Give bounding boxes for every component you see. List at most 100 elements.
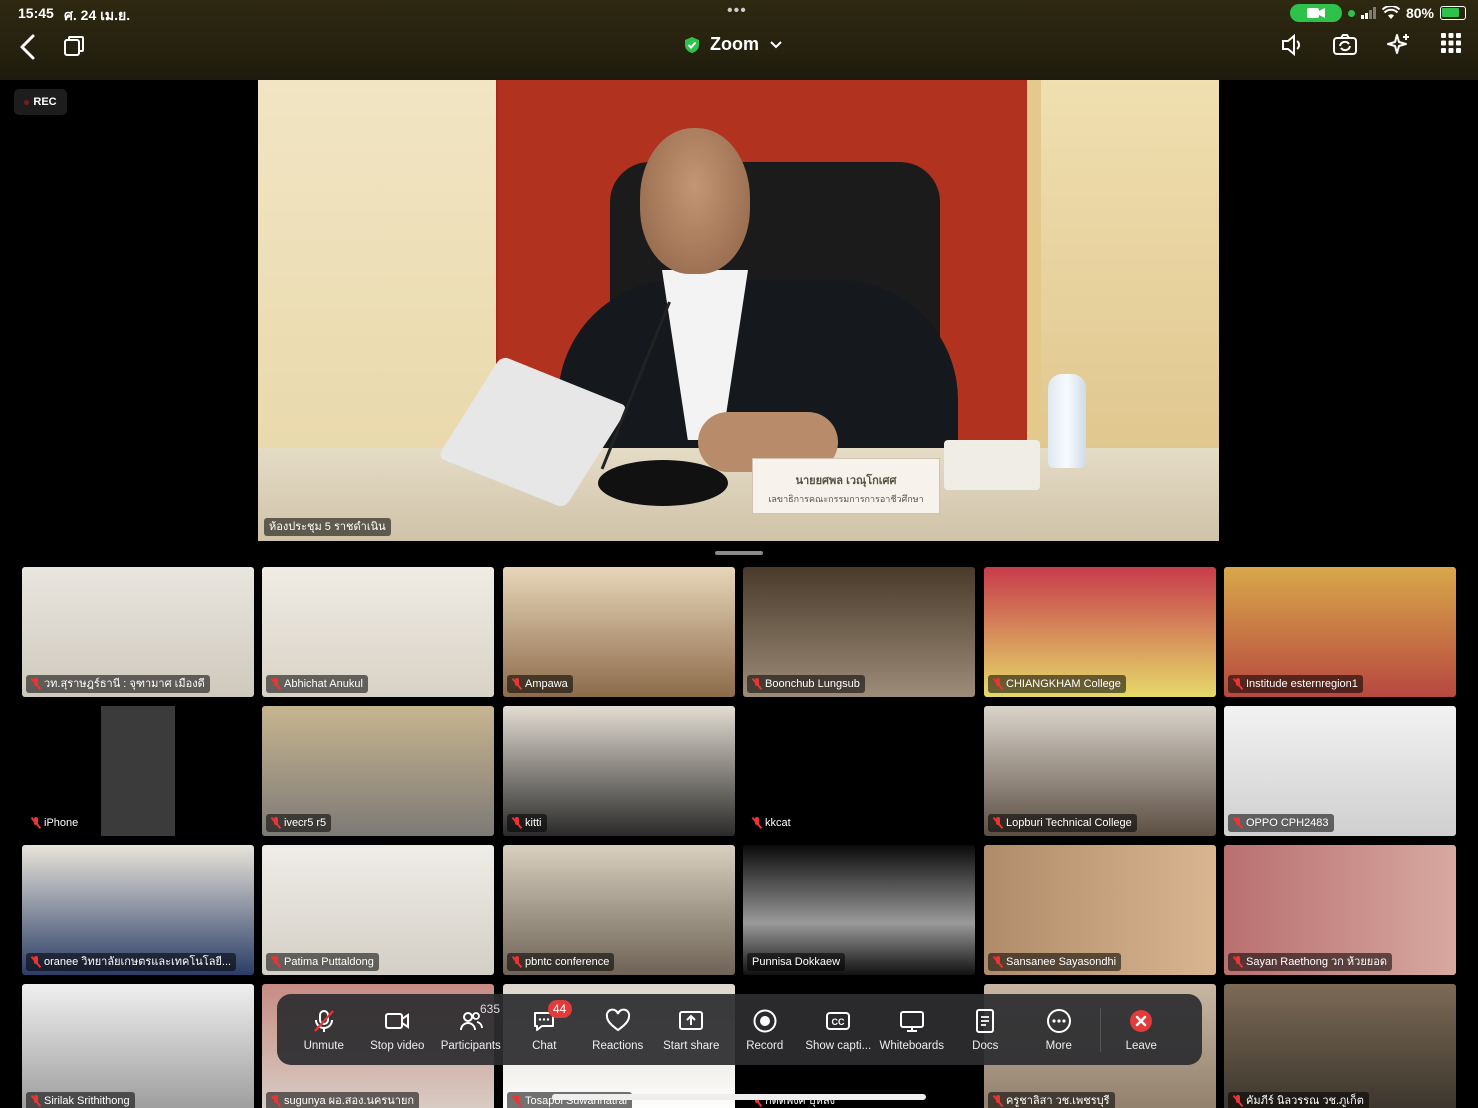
- docs-button[interactable]: Docs: [949, 994, 1023, 1065]
- speaker-audio-icon[interactable]: [1280, 32, 1304, 58]
- participant-tile[interactable]: kitti: [503, 706, 735, 836]
- reactions-button[interactable]: Reactions: [581, 994, 655, 1065]
- status-indicators: 80%: [1289, 4, 1466, 22]
- home-indicator[interactable]: [552, 1094, 926, 1100]
- participant-name-label: Lopburi Technical College: [988, 814, 1137, 832]
- participant-tile[interactable]: Institude esternregion1: [1224, 567, 1456, 697]
- participant-tile[interactable]: kkcat: [743, 706, 975, 836]
- participant-tile[interactable]: คัมภีร์ นิลวรรณ วช.ภูเก็ต: [1224, 984, 1456, 1108]
- leave-x-icon: [1130, 1009, 1153, 1032]
- participant-name-label: sugunya ผอ.สอง.นครนายก: [266, 1092, 420, 1108]
- participant-name-label: pbntc conference: [507, 953, 615, 971]
- participant-name: sugunya ผอ.สอง.นครนายก: [284, 1095, 415, 1107]
- unmute-label: Unmute: [303, 1039, 344, 1052]
- more-ellipsis-icon: [1046, 1008, 1071, 1033]
- ai-companion-sparkle-icon[interactable]: [1386, 32, 1412, 58]
- record-dot-icon: [24, 99, 30, 105]
- participant-name: วท.สุราษฎร์ธานี : จุฑามาศ เมืองดี: [44, 678, 205, 690]
- participant-name-label: Boonchub Lungsub: [747, 675, 865, 693]
- participant-name: Punnisa Dokkaew: [752, 956, 841, 968]
- picture-in-picture-icon[interactable]: [62, 34, 86, 58]
- participant-tile[interactable]: Boonchub Lungsub: [743, 567, 975, 697]
- participant-name-label: คัมภีร์ นิลวรรณ วช.ภูเก็ต: [1228, 1092, 1369, 1108]
- leave-label: Leave: [1125, 1039, 1157, 1052]
- mic-muted-icon: [752, 817, 762, 829]
- participant-name: kkcat: [765, 817, 791, 829]
- participant-tile[interactable]: Lopburi Technical College: [984, 706, 1216, 836]
- whiteboard-icon: [899, 1010, 924, 1032]
- meeting-title: Zoom: [710, 34, 759, 54]
- share-screen-icon: [679, 1010, 704, 1030]
- mic-muted-icon: [31, 678, 41, 690]
- mic-muted-icon: [1233, 678, 1243, 690]
- whiteboards-button[interactable]: Whiteboards: [875, 994, 949, 1065]
- microphone-base: [598, 460, 728, 506]
- participant-name: Sansanee Sayasondhi: [1006, 956, 1117, 968]
- heart-icon: [605, 1008, 630, 1031]
- top-bar: 15:45 ศ. 24 เม.ย. ••• 80% Zoom: [0, 0, 1478, 80]
- participants-button[interactable]: 635 Participants: [434, 994, 508, 1065]
- participant-name: Boonchub Lungsub: [765, 678, 860, 690]
- svg-text:CC: CC: [832, 1017, 845, 1027]
- wifi-icon: [1381, 6, 1400, 19]
- more-button[interactable]: More: [1022, 994, 1096, 1065]
- mic-muted-icon: [512, 1095, 522, 1107]
- participant-tile[interactable]: CHIANGKHAM College: [984, 567, 1216, 697]
- participant-name: ครูชาลิสา วช.เพชรบุรี: [1006, 1095, 1110, 1107]
- cellular-signal-icon: [1360, 7, 1376, 19]
- chevron-down-icon: [770, 40, 782, 48]
- more-label: More: [1045, 1039, 1072, 1052]
- participant-tile[interactable]: Patima Puttaldong: [262, 845, 494, 975]
- participant-tile[interactable]: วท.สุราษฎร์ธานี : จุฑามาศ เมืองดี: [22, 567, 254, 697]
- resize-drag-handle[interactable]: [715, 551, 763, 555]
- recording-label: REC: [33, 96, 57, 108]
- record-button[interactable]: Record: [728, 994, 802, 1065]
- participant-tile[interactable]: pbntc conference: [503, 845, 735, 975]
- participant-tile[interactable]: oranee วิทยาลัยเกษตรและเทคโนโลยี...: [22, 845, 254, 975]
- mic-muted-icon: [313, 1009, 334, 1032]
- participant-tile[interactable]: ivecr5 r5: [262, 706, 494, 836]
- participant-tile[interactable]: iPhone: [22, 706, 254, 836]
- participant-tile[interactable]: Abhichat Anukul: [262, 567, 494, 697]
- participant-name: Institude esternregion1: [1246, 678, 1358, 690]
- participant-name-label: Sayan Raethong วก ห้วยยอด: [1228, 953, 1392, 971]
- captions-label: Show capti...: [805, 1039, 872, 1052]
- active-speaker-video[interactable]: นายยศพล เวณุโกเศศ เลขาธิการคณะกรรมการการ…: [258, 80, 1219, 541]
- participant-name-label: CHIANGKHAM College: [988, 675, 1126, 693]
- desk-nameplate: นายยศพล เวณุโกเศศ เลขาธิการคณะกรรมการการ…: [752, 458, 940, 514]
- stop-video-button[interactable]: Stop video: [361, 994, 435, 1065]
- chat-unread-badge: 44: [547, 1000, 572, 1018]
- participants-label: Participants: [440, 1039, 501, 1052]
- participant-name-label: Institude esternregion1: [1228, 675, 1363, 693]
- apps-grid-icon[interactable]: [1440, 32, 1462, 54]
- participant-tile[interactable]: OPPO CPH2483: [1224, 706, 1456, 836]
- show-captions-button[interactable]: CC Show capti...: [802, 994, 876, 1065]
- recording-badge: REC: [14, 89, 67, 115]
- participant-name: Abhichat Anukul: [284, 678, 363, 690]
- mic-muted-icon: [993, 817, 1003, 829]
- multitasking-dots-icon[interactable]: •••: [727, 2, 747, 20]
- participant-tile[interactable]: Ampawa: [503, 567, 735, 697]
- document-icon: [976, 1008, 995, 1033]
- participant-tile[interactable]: Punnisa Dokkaew: [743, 845, 975, 975]
- back-chevron-icon[interactable]: [16, 32, 40, 62]
- participant-tile[interactable]: Sayan Raethong วก ห้วยยอด: [1224, 845, 1456, 975]
- desk-tray: [944, 440, 1040, 490]
- participant-tile[interactable]: Sirilak Srithithong: [22, 984, 254, 1108]
- mic-muted-icon: [31, 817, 41, 829]
- participant-name-label: OPPO CPH2483: [1228, 814, 1334, 832]
- closed-captions-icon: CC: [826, 1011, 851, 1030]
- meeting-title-menu[interactable]: Zoom: [684, 34, 783, 55]
- switch-camera-icon[interactable]: [1332, 32, 1358, 58]
- unmute-button[interactable]: Unmute: [287, 994, 361, 1065]
- mic-muted-icon: [993, 1095, 1003, 1107]
- start-share-button[interactable]: Start share: [655, 994, 729, 1065]
- video-camera-icon: [385, 1012, 410, 1029]
- speaker-head: [640, 128, 750, 274]
- participant-name: oranee วิทยาลัยเกษตรและเทคโนโลยี...: [44, 956, 232, 968]
- leave-button[interactable]: Leave: [1105, 994, 1179, 1065]
- participant-name-label: iPhone: [26, 814, 84, 832]
- chat-button[interactable]: 44 Chat: [508, 994, 582, 1065]
- participant-tile[interactable]: Sansanee Sayasondhi: [984, 845, 1216, 975]
- whiteboards-label: Whiteboards: [879, 1039, 945, 1052]
